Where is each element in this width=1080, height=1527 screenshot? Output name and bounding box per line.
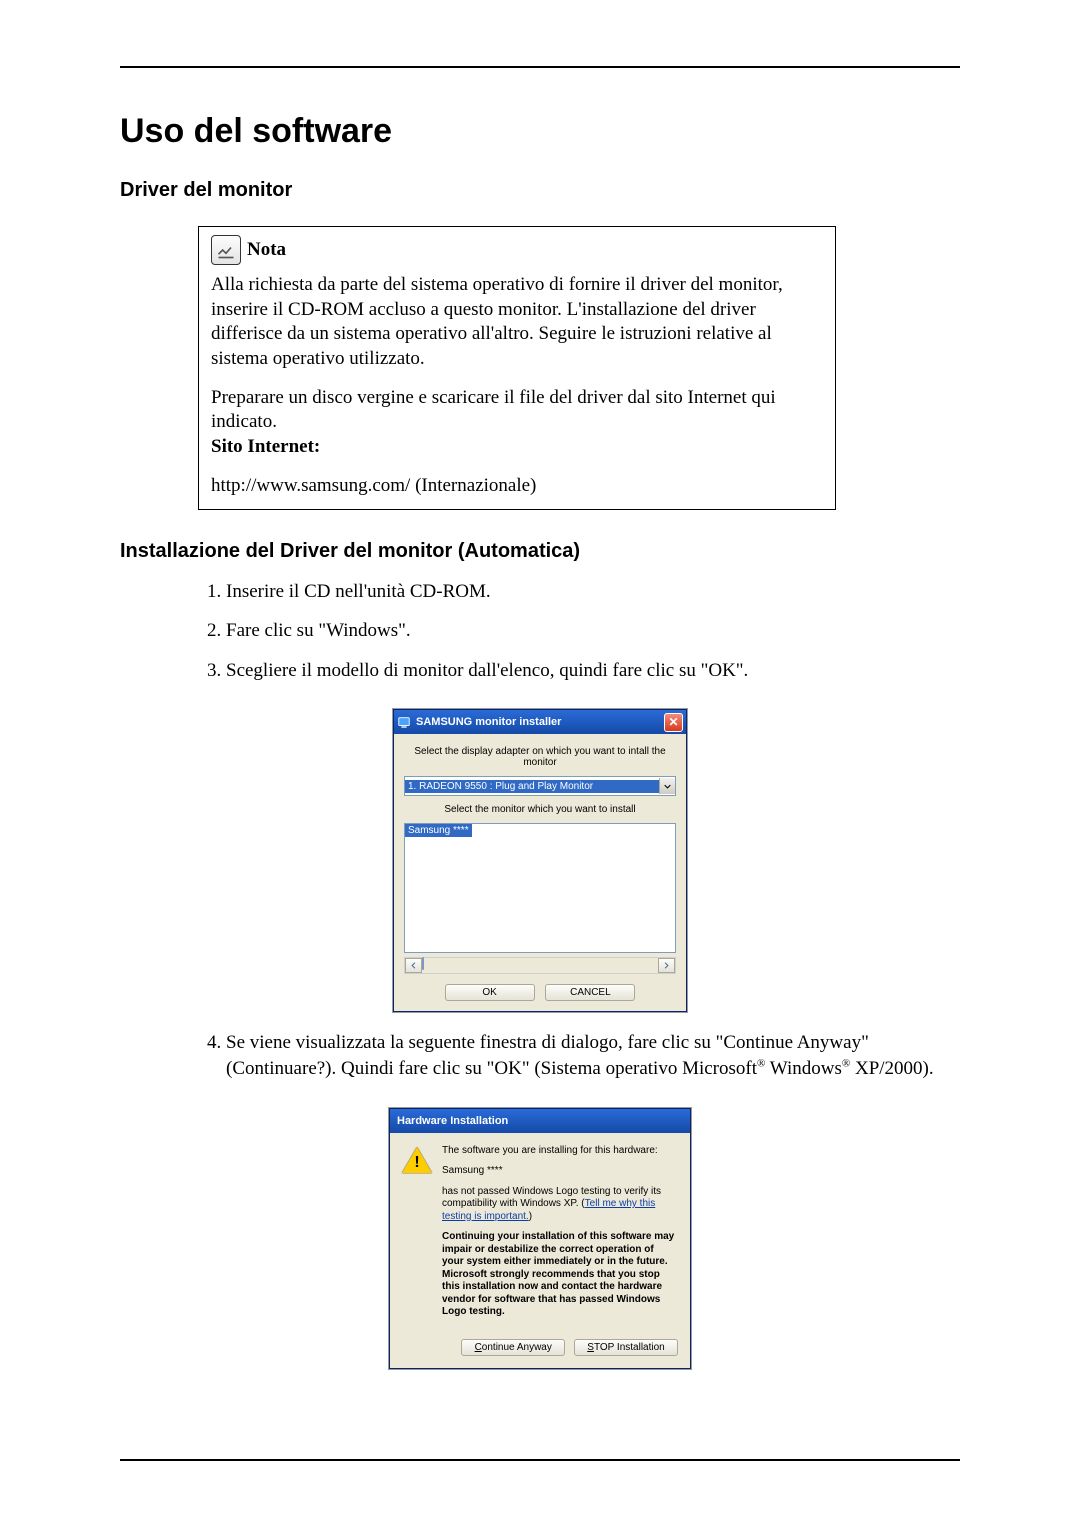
hw-line1: The software you are installing for this… xyxy=(442,1145,678,1158)
hardware-titlebar: Hardware Installation xyxy=(390,1109,690,1133)
close-icon[interactable]: ✕ xyxy=(664,713,683,732)
monitor-listbox[interactable]: Samsung **** xyxy=(404,823,676,953)
note-paragraph-1: Alla richiesta da parte del sistema oper… xyxy=(211,273,823,372)
adapter-select[interactable]: 1. RADEON 9550 : Plug and Play Monitor xyxy=(404,776,676,796)
chevron-down-icon[interactable] xyxy=(659,778,675,794)
hw-line2: Samsung **** xyxy=(442,1165,678,1178)
horizontal-scrollbar[interactable] xyxy=(404,957,676,974)
note-site-url: http://www.samsung.com/ (Internazionale) xyxy=(211,474,823,499)
stop-installation-button[interactable]: STOP Installation xyxy=(574,1339,678,1356)
hardware-title: Hardware Installation xyxy=(393,1115,687,1127)
adapter-select-value: 1. RADEON 9550 : Plug and Play Monitor xyxy=(405,780,659,793)
installer-window: SAMSUNG monitor installer ✕ Select the d… xyxy=(393,709,687,1012)
note-site-label: Sito Internet: xyxy=(211,436,320,457)
monitor-label: Select the monitor which you want to ins… xyxy=(404,804,676,815)
section-install-title: Installazione del Driver del monitor (Au… xyxy=(120,540,960,563)
hw-line3: has not passed Windows Logo testing to v… xyxy=(442,1186,678,1224)
monitor-list-item[interactable]: Samsung **** xyxy=(405,824,472,837)
step-2: Fare clic su "Windows". xyxy=(226,618,960,644)
hardware-dialog: Hardware Installation ! The software you… xyxy=(389,1108,691,1369)
step-3: Scegliere il modello di monitor dall'ele… xyxy=(226,658,960,684)
step-1: Inserire il CD nell'unità CD-ROM. xyxy=(226,579,960,605)
step-4: Se viene visualizzata la seguente finest… xyxy=(226,1030,960,1081)
adapter-label: Select the display adapter on which you … xyxy=(404,746,676,768)
installer-titlebar: SAMSUNG monitor installer ✕ xyxy=(394,710,686,734)
note-box: Nota Alla richiesta da parte del sistema… xyxy=(198,226,836,510)
ok-button[interactable]: OK xyxy=(445,984,535,1001)
scroll-right-icon[interactable] xyxy=(658,958,675,973)
cancel-button[interactable]: CANCEL xyxy=(545,984,635,1001)
scroll-left-icon[interactable] xyxy=(405,958,422,973)
continue-anyway-button[interactable]: Continue Anyway xyxy=(461,1339,565,1356)
top-divider xyxy=(120,66,960,68)
app-icon xyxy=(397,715,411,729)
warning-icon: ! xyxy=(402,1145,432,1175)
installer-title: SAMSUNG monitor installer xyxy=(416,716,664,728)
section-driver-title: Driver del monitor xyxy=(120,179,960,202)
note-paragraph-2: Preparare un disco vergine e scaricare i… xyxy=(211,386,823,460)
scrollbar-thumb[interactable] xyxy=(422,957,424,970)
page-title: Uso del software xyxy=(120,112,960,151)
hw-bold-warning: Continuing your installation of this sof… xyxy=(442,1231,678,1319)
note-icon xyxy=(211,235,241,265)
note-label: Nota xyxy=(247,238,286,263)
bottom-divider xyxy=(120,1459,960,1461)
